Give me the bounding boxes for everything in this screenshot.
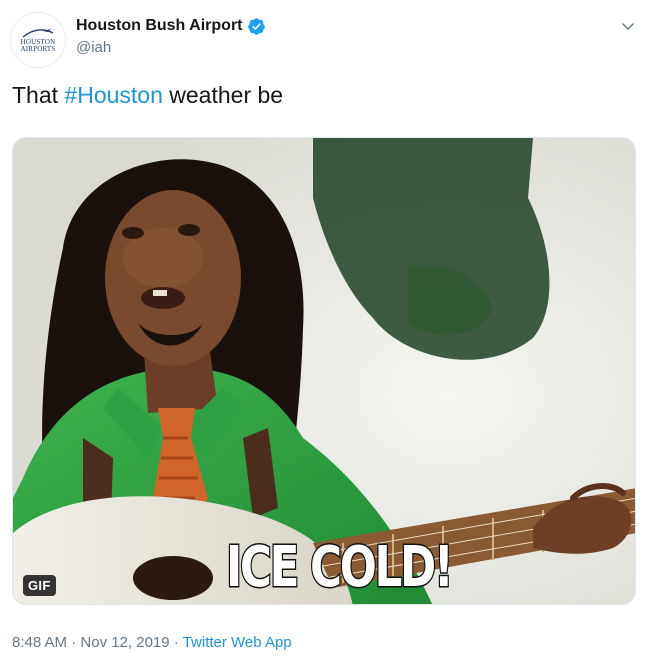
tweet-date[interactable]: Nov 12, 2019 (80, 634, 169, 651)
tweet: HOUSTON AIRPORTS Houston Bush Airport @i… (0, 0, 652, 667)
chevron-down-icon[interactable] (620, 18, 636, 34)
tweet-source-link[interactable]: Twitter Web App (183, 634, 292, 651)
gif-badge: GIF (23, 575, 56, 596)
tweet-text-after: weather be (162, 82, 284, 108)
author-handle[interactable]: @iah (76, 38, 111, 58)
gif-media[interactable]: ICE COLD! GIF (12, 137, 636, 605)
avatar[interactable]: HOUSTON AIRPORTS (10, 12, 66, 68)
avatar-text-line2: AIRPORTS (20, 45, 56, 53)
tweet-time[interactable]: 8:48 AM (12, 634, 67, 651)
tweet-text: That #Houston weather be (12, 80, 283, 110)
verified-badge-icon (247, 17, 265, 35)
author-name-row: Houston Bush Airport (76, 16, 266, 36)
meta-separator: · (169, 634, 183, 651)
gif-caption: ICE COLD! (225, 535, 455, 600)
tweet-meta: 8:48 AM · Nov 12, 2019 · Twitter Web App (12, 633, 292, 653)
hashtag-link[interactable]: #Houston (64, 82, 162, 108)
meta-separator: · (67, 634, 81, 651)
tweet-text-before: That (12, 82, 65, 108)
author-display-name[interactable]: Houston Bush Airport (76, 16, 243, 36)
